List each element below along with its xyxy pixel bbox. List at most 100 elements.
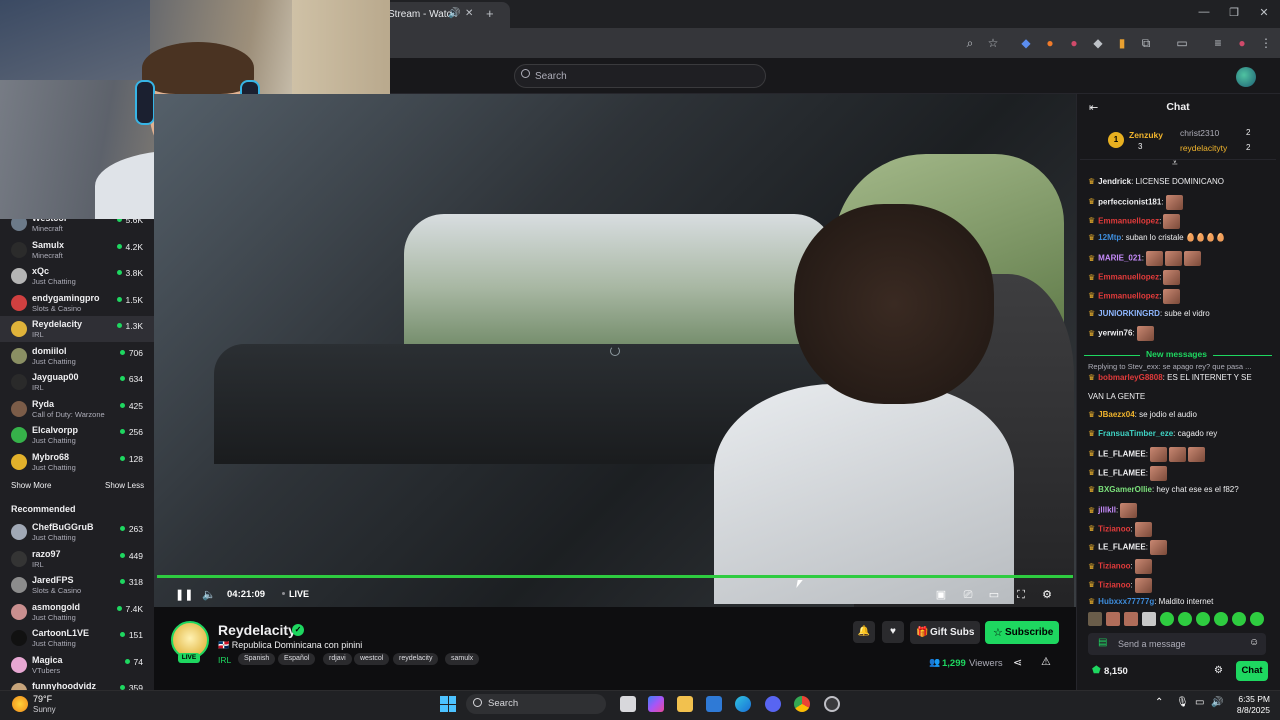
emote-icon[interactable] — [1160, 612, 1174, 626]
chat-username[interactable]: Emmanuellopez — [1098, 291, 1159, 300]
bookmark-star-icon[interactable]: ☆ — [985, 35, 1001, 51]
zoom-icon[interactable]: ⌕ — [962, 35, 978, 51]
channel-row[interactable]: asmongold Just Chatting 7.4K — [0, 599, 154, 625]
emote-icon[interactable] — [1088, 612, 1102, 626]
chat-username[interactable]: JUNIORKINGRD — [1098, 309, 1160, 318]
discord-icon[interactable] — [765, 696, 781, 712]
chat-username[interactable]: bobmarleyG8808 — [1098, 373, 1162, 382]
emote-icon[interactable] — [1196, 612, 1210, 626]
chat-username[interactable]: Tizianoo — [1098, 562, 1130, 571]
new-tab-button[interactable]: + — [486, 6, 494, 21]
emote-icon[interactable] — [1232, 612, 1246, 626]
browser-menu-icon[interactable]: ⋮ — [1258, 35, 1274, 51]
chat-username[interactable]: Emmanuellopez — [1098, 273, 1159, 282]
stream-tag[interactable]: reydelacity — [393, 653, 439, 665]
clip-icon[interactable]: ⎚ — [961, 588, 975, 602]
network-icon[interactable]: ▭ — [1195, 697, 1204, 708]
user-avatar[interactable] — [1236, 67, 1256, 87]
chrome-icon[interactable] — [794, 696, 810, 712]
channel-row[interactable]: Reydelacity IRL 1.3K — [0, 316, 154, 342]
chat-settings-gear-icon[interactable]: ⚙ — [1214, 665, 1223, 676]
taskbar-date[interactable]: 8/8/2025 — [1222, 705, 1270, 715]
stream-tag[interactable]: Español — [278, 653, 316, 665]
channel-row[interactable]: razo97 IRL 449 — [0, 546, 154, 572]
file-explorer-icon[interactable] — [677, 696, 693, 712]
audio-icon[interactable]: 🔊 — [448, 8, 460, 19]
video-player[interactable] — [154, 94, 1076, 607]
chevron-up-icon[interactable]: ⌃ — [1155, 697, 1163, 708]
chat-username[interactable]: JBaezx04 — [1098, 410, 1134, 419]
stream-tag[interactable]: westcol — [354, 653, 390, 665]
extensions-puzzle-icon[interactable]: ⧉ — [1138, 35, 1154, 51]
emote-icon[interactable] — [1178, 612, 1192, 626]
volume-icon[interactable]: 🔈 — [202, 588, 216, 602]
chat-send-button[interactable]: Chat — [1236, 661, 1268, 681]
close-window-button[interactable]: ✕ — [1256, 6, 1272, 19]
chat-username[interactable]: yerwin76 — [1098, 329, 1132, 338]
stream-tag[interactable]: Spanish — [238, 653, 276, 665]
weather-sun-icon[interactable] — [12, 696, 28, 712]
channel-row[interactable]: domiilol Just Chatting 706 — [0, 343, 154, 369]
stream-tag[interactable]: rdjavi — [323, 653, 352, 665]
search-input[interactable]: Search — [514, 64, 766, 88]
emote-icon[interactable] — [1250, 612, 1264, 626]
theatre-mode-icon[interactable]: ▭ — [987, 588, 1001, 602]
chat-input[interactable]: Send a message — [1088, 633, 1266, 655]
chat-username[interactable]: MARIE_021 — [1098, 254, 1142, 263]
chat-username[interactable]: Tizianoo — [1098, 580, 1130, 589]
report-warning-icon[interactable]: ⚠ — [1041, 655, 1051, 668]
microphone-icon[interactable]: 🎙 — [1176, 697, 1189, 708]
chat-username[interactable]: LE_FLAMEE — [1098, 543, 1146, 552]
weather-temp[interactable]: 79°F — [33, 694, 52, 704]
channel-row[interactable]: endygamingpro Slots & Casino 1.5K — [0, 290, 154, 316]
miniplayer-icon[interactable]: ▣ — [934, 588, 948, 602]
show-more-link[interactable]: Show More — [11, 481, 51, 490]
close-tab-icon[interactable]: ✕ — [465, 8, 473, 19]
chat-username[interactable]: Jendrick — [1098, 177, 1131, 186]
emoji-icon[interactable]: ☺ — [1249, 637, 1259, 648]
emote-picker-icon[interactable]: ▤ — [1098, 637, 1107, 648]
taskbar-time[interactable]: 6:35 PM — [1222, 694, 1270, 704]
expand-leaderboard-icon[interactable]: ⩡ — [1172, 158, 1178, 169]
show-less-link[interactable]: Show Less — [105, 481, 144, 490]
chat-username[interactable]: perfeccionist181 — [1098, 197, 1161, 206]
follow-heart-icon[interactable]: ♥ — [882, 621, 904, 643]
profile-icon[interactable]: ● — [1234, 35, 1250, 51]
channel-row[interactable]: Ryda Call of Duty: Warzone 425 — [0, 396, 154, 422]
extension-icon[interactable]: ◆ — [1018, 35, 1034, 51]
windows-start-icon[interactable] — [440, 696, 456, 712]
side-panel-icon[interactable]: ▭ — [1174, 35, 1190, 51]
share-icon[interactable]: ⋖ — [1013, 656, 1022, 669]
stream-category[interactable]: IRL — [218, 655, 231, 665]
chat-username[interactable]: LE_FLAMEE — [1098, 449, 1146, 458]
channel-row[interactable]: Mybro68 Just Chatting 128 — [0, 449, 154, 475]
chat-username[interactable]: BXGamerOllie — [1098, 485, 1152, 494]
outlook-icon[interactable] — [706, 696, 722, 712]
emote-icon[interactable] — [1142, 612, 1156, 626]
stream-tag[interactable]: samulx — [445, 653, 480, 665]
emote-icon[interactable] — [1124, 612, 1138, 626]
minimize-button[interactable]: — — [1196, 6, 1212, 18]
chat-username[interactable]: FransuaTimber_eze — [1098, 429, 1173, 438]
chat-username[interactable]: LE_FLAMEE — [1098, 468, 1146, 477]
channel-row[interactable]: Jayguap00 IRL 634 — [0, 369, 154, 395]
edge-icon[interactable] — [735, 696, 751, 712]
channel-points-icon[interactable]: ⬟ — [1092, 665, 1101, 676]
channel-name[interactable]: Reydelacity — [218, 622, 296, 638]
channel-row[interactable]: Elcalvorpp Just Chatting 256 — [0, 422, 154, 448]
channel-row[interactable]: Samulx Minecraft 4.2K — [0, 237, 154, 263]
channel-row[interactable]: Magica VTubers 74 — [0, 652, 154, 678]
restore-button[interactable]: ❐ — [1226, 6, 1242, 19]
downloads-icon[interactable]: ≡ — [1210, 35, 1226, 51]
fullscreen-icon[interactable]: ⛶ — [1014, 588, 1028, 602]
channel-row[interactable]: ChefBuGGruB Just Chatting 263 — [0, 519, 154, 545]
extension-icon[interactable]: ● — [1042, 35, 1058, 51]
chat-username[interactable]: Emmanuellopez — [1098, 216, 1159, 225]
emote-icon[interactable] — [1214, 612, 1228, 626]
settings-gear-icon[interactable]: ⚙ — [1040, 588, 1054, 602]
chat-username[interactable]: Hubxxx77777g — [1098, 597, 1154, 606]
chat-username[interactable]: 12Mtp — [1098, 233, 1121, 242]
channel-row[interactable]: CartoonL1VE Just Chatting 151 — [0, 625, 154, 651]
extension-icon[interactable]: ▮ — [1114, 35, 1130, 51]
channel-row[interactable]: JaredFPS Slots & Casino 318 — [0, 572, 154, 598]
